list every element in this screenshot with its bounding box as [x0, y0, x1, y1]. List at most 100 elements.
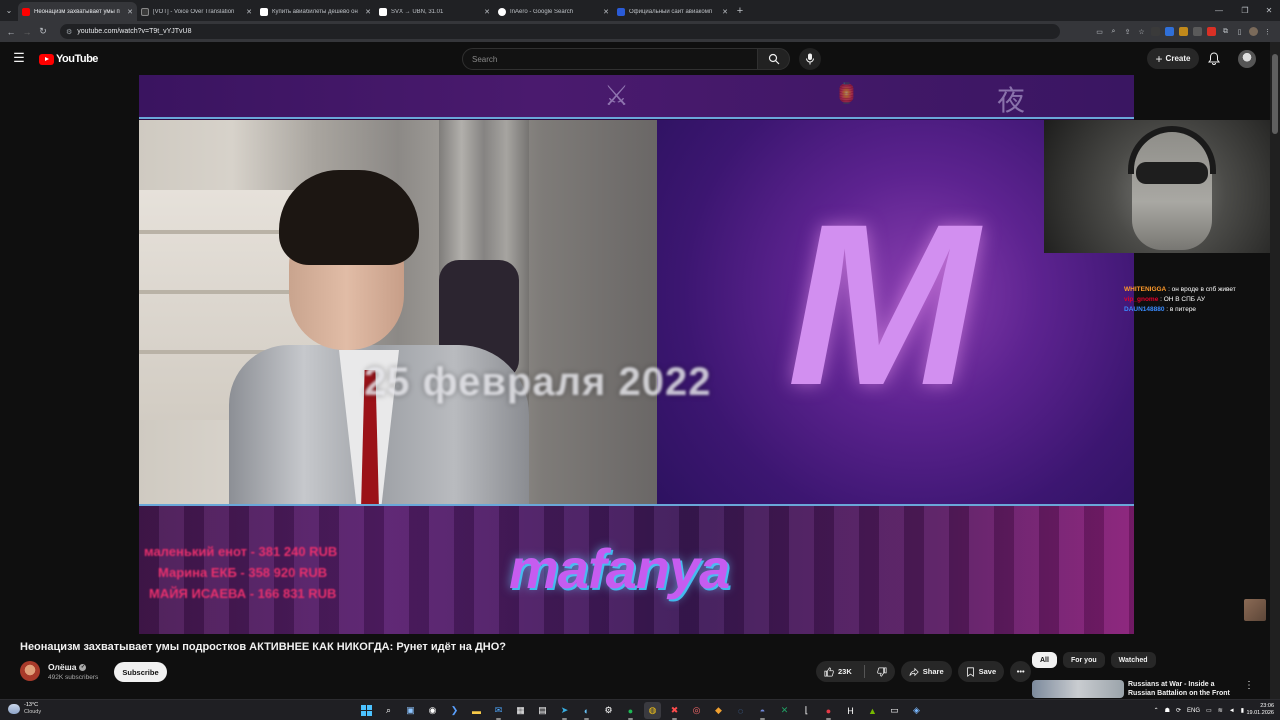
chip-all[interactable]: All — [1032, 652, 1057, 668]
spotify-icon[interactable]: ● — [622, 702, 639, 720]
battery-icon[interactable]: ▮ — [1241, 707, 1244, 714]
tray-sync-icon[interactable]: ⟳ — [1176, 707, 1181, 714]
extension-c-icon[interactable] — [1179, 27, 1188, 36]
calculator-icon[interactable]: ▦ — [512, 702, 529, 719]
create-button[interactable]: + Create — [1147, 48, 1199, 69]
recommendation-thumbnail[interactable] — [1032, 680, 1124, 698]
account-avatar[interactable] — [1238, 50, 1256, 68]
windows-start-icon[interactable] — [358, 702, 375, 719]
search-button[interactable] — [757, 48, 790, 70]
profile-icon[interactable] — [1249, 27, 1258, 36]
chrome-icon[interactable]: ◍ — [644, 702, 661, 719]
monitor-app-icon[interactable]: ▭ — [886, 702, 903, 719]
browser-tab-youtube[interactable]: Неонацизм захватывает умы п ✕ — [18, 2, 137, 21]
task-view-icon[interactable]: ▣ — [402, 702, 419, 719]
browser-tab-google[interactable]: InAero - Google Search ✕ — [494, 2, 613, 21]
installer-icon[interactable]: ◈ — [908, 702, 925, 719]
wifi-icon[interactable]: ≋ — [1218, 707, 1223, 714]
streamer-mini-avatar — [1244, 599, 1266, 621]
thumbs-down-icon — [876, 666, 887, 677]
recording-extension-icon[interactable] — [1207, 27, 1216, 36]
browser-tab-airline[interactable]: Официальный сайт авиакомп ✕ — [613, 2, 732, 21]
tab-close-icon[interactable]: ✕ — [484, 8, 490, 16]
new-tab-icon[interactable]: + — [732, 5, 748, 17]
save-button[interactable]: Save — [957, 661, 1005, 682]
page-scrollbar[interactable] — [1270, 42, 1280, 699]
volume-icon[interactable]: ◄ — [1229, 708, 1235, 714]
terminal-icon[interactable]: ❯ — [446, 702, 463, 719]
tray-expand-icon[interactable]: ⌃ — [1154, 707, 1159, 714]
mail-icon[interactable]: ✉ — [490, 702, 507, 720]
close-window-icon[interactable]: ✕ — [1258, 0, 1280, 21]
scrollbar-thumb[interactable] — [1272, 54, 1278, 134]
red-app-icon[interactable]: ✖ — [666, 702, 683, 720]
reload-icon[interactable]: ↻ — [35, 21, 51, 42]
sidebar-icon[interactable]: ▯ — [1235, 27, 1244, 36]
back-icon[interactable]: ← — [3, 21, 19, 42]
telegram-icon[interactable]: ➤ — [556, 702, 573, 720]
bracket-app-icon[interactable]: ⌊ — [798, 702, 815, 719]
like-dislike-group: 23K — [816, 661, 895, 682]
tab-close-icon[interactable]: ✕ — [722, 8, 728, 16]
bookmark-star-icon[interactable]: ☆ — [1137, 27, 1146, 36]
search-icon[interactable]: ⌕ — [380, 702, 397, 719]
tab-search-icon[interactable]: ⌄ — [0, 0, 18, 21]
like-button[interactable]: 23K — [816, 661, 860, 682]
media-app-icon[interactable]: ◎ — [688, 702, 705, 719]
notifications-button[interactable] — [1206, 50, 1222, 66]
chip-watched[interactable]: Watched — [1110, 652, 1156, 668]
address-bar[interactable]: ⚙ youtube.com/watch?v=T9t_vYJTvU8 — [60, 24, 1060, 39]
voice-search-button[interactable] — [799, 48, 821, 70]
obs-icon[interactable]: ◉ — [424, 702, 441, 719]
channel-avatar[interactable] — [20, 661, 40, 681]
red-circle-app-icon[interactable]: ● — [820, 702, 837, 720]
chip-for-you[interactable]: For you — [1062, 652, 1105, 668]
nvidia-icon[interactable]: ▲ — [864, 702, 881, 719]
system-clock[interactable]: 23:06 19.01.2026 — [1246, 703, 1274, 717]
tab-close-icon[interactable]: ✕ — [246, 8, 252, 16]
youtube-logo[interactable]: YouTube — [39, 53, 98, 65]
minimize-icon[interactable]: — — [1208, 0, 1230, 21]
discord-icon[interactable]: ◓ — [754, 702, 771, 720]
cast-icon[interactable]: ▭ — [1095, 27, 1104, 36]
browser-globe-icon[interactable]: ◌ — [732, 702, 749, 719]
steam-icon[interactable]: ◐ — [578, 702, 595, 720]
calendar-icon[interactable]: ▤ — [534, 702, 551, 719]
settings-gear-icon[interactable]: ⚙ — [600, 702, 617, 719]
zoom-icon[interactable]: ⌕ — [1109, 27, 1118, 36]
hamburger-menu-icon[interactable]: ☰ — [12, 51, 26, 65]
tab-close-icon[interactable]: ✕ — [365, 8, 371, 16]
browser-tab-vot[interactable]: [VOT] - Voice Over Translation ✕ — [137, 2, 256, 21]
browser-tab-flights[interactable]: Купить авиабилеты дешево он ✕ — [256, 2, 375, 21]
like-divider — [863, 665, 865, 678]
subscribe-button[interactable]: Subscribe — [114, 662, 167, 682]
share-page-icon[interactable]: ⇪ — [1123, 27, 1132, 36]
browser-tab-svx[interactable]: SVX → UBN, 31.01 ✕ — [375, 2, 494, 21]
recommendation-title[interactable]: Russians at War - Inside a Russian Batta… — [1128, 680, 1238, 698]
extension-a-icon[interactable] — [1151, 27, 1160, 36]
tab-close-icon[interactable]: ✕ — [127, 8, 133, 16]
maximize-icon[interactable]: ❐ — [1234, 0, 1256, 21]
language-indicator[interactable]: ENG — [1187, 708, 1200, 714]
translate-extension-icon[interactable] — [1165, 27, 1174, 36]
site-info-icon[interactable]: ⚙ — [66, 28, 72, 36]
extensions-puzzle-icon[interactable]: ⧉ — [1221, 27, 1230, 36]
tray-display-icon[interactable]: ▭ — [1206, 707, 1212, 714]
dislike-button[interactable] — [869, 661, 895, 682]
weather-widget[interactable]: -13°C Cloudy — [8, 702, 41, 716]
shield-app-icon[interactable]: ◆ — [710, 702, 727, 719]
forward-icon[interactable]: → — [19, 21, 35, 42]
search-input[interactable] — [472, 54, 757, 64]
more-actions-button[interactable]: ••• — [1010, 661, 1032, 682]
recommendation-menu-icon[interactable]: ⋮ — [1244, 680, 1254, 691]
extension-d-icon[interactable] — [1193, 27, 1202, 36]
channel-name[interactable]: Олёша — [48, 662, 76, 672]
tray-app-icon[interactable]: ☗ — [1165, 707, 1170, 714]
file-explorer-icon[interactable]: ▬ — [468, 702, 485, 719]
tab-close-icon[interactable]: ✕ — [603, 8, 609, 16]
chrome-menu-icon[interactable]: ⋮ — [1263, 27, 1272, 36]
h-app-icon[interactable]: H — [842, 702, 859, 719]
video-player[interactable]: ⚔ 🏮 夜 M 25 февраля 2022 маленький енот -… — [139, 75, 1134, 634]
share-button[interactable]: Share — [900, 661, 952, 682]
excel-icon[interactable]: ✕ — [776, 702, 793, 719]
